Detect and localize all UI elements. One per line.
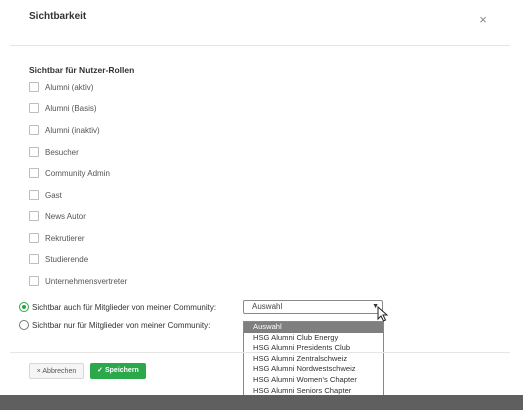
community-select-value: Auswahl bbox=[252, 302, 283, 311]
radio-visible-only-row[interactable]: Sichtbar nur für Mitglieder von meiner C… bbox=[19, 320, 210, 330]
role-checkbox-row[interactable]: News Autor bbox=[29, 210, 86, 222]
close-icon[interactable]: × bbox=[475, 12, 491, 28]
radio-visible-also[interactable] bbox=[19, 302, 29, 312]
role-label: Studierende bbox=[45, 254, 89, 264]
role-checkbox[interactable] bbox=[29, 276, 39, 286]
visibility-modal: Sichtbarkeit × Sichtbar für Nutzer-Rolle… bbox=[0, 0, 523, 398]
dropdown-option[interactable]: HSG Alumni Women's Chapter bbox=[244, 375, 383, 386]
role-checkbox-row[interactable]: Unternehmensvertreter bbox=[29, 275, 127, 287]
role-checkbox[interactable] bbox=[29, 147, 39, 157]
role-checkbox-row[interactable]: Gast bbox=[29, 189, 62, 201]
dropdown-option[interactable]: HSG Alumni Nordwestschweiz bbox=[244, 364, 383, 375]
role-checkbox-row[interactable]: Rekrutierer bbox=[29, 232, 85, 244]
header-divider bbox=[10, 45, 510, 46]
role-label: News Autor bbox=[45, 211, 86, 221]
role-checkbox-row[interactable]: Alumni (inaktiv) bbox=[29, 124, 100, 136]
radio-visible-also-label: Sichtbar auch für Mitglieder von meiner … bbox=[32, 302, 217, 312]
role-checkbox[interactable] bbox=[29, 211, 39, 221]
role-label: Rekrutierer bbox=[45, 233, 85, 243]
role-checkbox-row[interactable]: Besucher bbox=[29, 146, 79, 158]
role-checkbox-row[interactable]: Studierende bbox=[29, 253, 88, 265]
backdrop-strip bbox=[0, 395, 523, 410]
footer-divider bbox=[10, 352, 510, 353]
dropdown-option[interactable]: Auswahl bbox=[244, 322, 383, 333]
role-checkbox-row[interactable]: Alumni (aktiv) bbox=[29, 81, 93, 93]
role-checkbox-row[interactable]: Alumni (Basis) bbox=[29, 102, 97, 114]
role-label: Besucher bbox=[45, 147, 79, 157]
modal-title: Sichtbarkeit bbox=[29, 11, 87, 22]
role-checkbox[interactable] bbox=[29, 125, 39, 135]
dropdown-option[interactable]: HSG Alumni Club Energy bbox=[244, 333, 383, 344]
mouse-pointer-icon bbox=[377, 306, 389, 322]
community-dropdown-list: Auswahl HSG Alumni Club Energy HSG Alumn… bbox=[243, 321, 384, 398]
role-checkbox[interactable] bbox=[29, 190, 39, 200]
radio-visible-only-label: Sichtbar nur für Mitglieder von meiner C… bbox=[32, 320, 211, 330]
radio-visible-also-row[interactable]: Sichtbar auch für Mitglieder von meiner … bbox=[19, 302, 216, 312]
role-checkbox[interactable] bbox=[29, 254, 39, 264]
role-checkbox[interactable] bbox=[29, 233, 39, 243]
dropdown-option[interactable]: HSG Alumni Zentralschweiz bbox=[244, 354, 383, 365]
roles-section-label: Sichtbar für Nutzer-Rollen bbox=[29, 65, 135, 75]
role-label: Unternehmensvertreter bbox=[45, 276, 128, 286]
role-checkbox[interactable] bbox=[29, 168, 39, 178]
save-button[interactable]: ✓ Speichern bbox=[90, 363, 146, 379]
role-label: Alumni (inaktiv) bbox=[45, 125, 100, 135]
role-label: Alumni (aktiv) bbox=[45, 82, 94, 92]
role-label: Alumni (Basis) bbox=[45, 103, 97, 113]
role-checkbox[interactable] bbox=[29, 82, 39, 92]
role-label: Gast bbox=[45, 190, 62, 200]
role-label: Community Admin bbox=[45, 168, 110, 178]
cancel-button[interactable]: × Abbrechen bbox=[29, 363, 84, 379]
role-checkbox[interactable] bbox=[29, 103, 39, 113]
community-select[interactable]: Auswahl ▼ bbox=[243, 300, 383, 314]
radio-visible-only[interactable] bbox=[19, 320, 29, 330]
role-checkbox-row[interactable]: Community Admin bbox=[29, 167, 110, 179]
